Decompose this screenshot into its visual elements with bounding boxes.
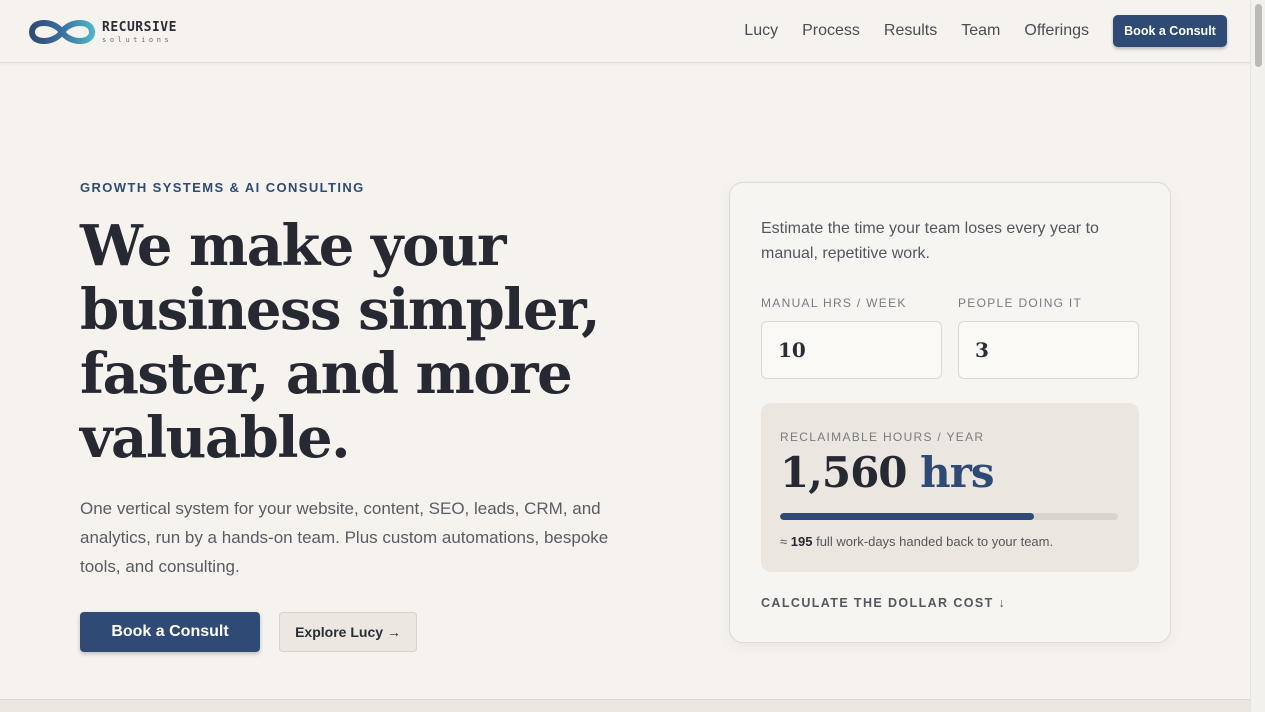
- page-scrollbar[interactable]: [1250, 0, 1265, 712]
- result-label: RECLAIMABLE HOURS / YEAR: [780, 430, 985, 444]
- nav-item-process[interactable]: Process: [802, 22, 860, 40]
- result-number: 1,560: [780, 448, 908, 497]
- nav-item-offerings[interactable]: Offerings: [1024, 22, 1089, 40]
- time-calculator-card: Estimate the time your team loses every …: [729, 182, 1171, 643]
- result-panel: RECLAIMABLE HOURS / YEAR 1,560 hrs ≈ 195…: [761, 403, 1139, 572]
- workdays-count: 195: [790, 534, 813, 549]
- people-label: PEOPLE DOING IT: [958, 296, 1083, 310]
- book-consult-button[interactable]: Book a Consult: [80, 612, 260, 652]
- next-section-edge: [0, 699, 1250, 712]
- main-nav: Lucy Process Results Team Offerings: [720, 22, 1089, 40]
- calculate-dollar-cost-link[interactable]: CALCULATE THE DOLLAR COST ↓: [761, 596, 1006, 610]
- site-header: RECURSIVE solutions Lucy Process Results…: [0, 0, 1250, 63]
- infinity-logo-icon: [28, 20, 96, 44]
- hero-eyebrow: GROWTH SYSTEMS & AI CONSULTING: [80, 180, 365, 195]
- progress-bar-fill: [780, 513, 1034, 520]
- workdays-note: ≈ 195 full work-days handed back to your…: [780, 534, 1053, 549]
- people-input[interactable]: 3: [958, 321, 1139, 379]
- progress-bar: [780, 513, 1118, 520]
- calculator-intro: Estimate the time your team loses every …: [761, 220, 1099, 262]
- nav-item-team[interactable]: Team: [961, 22, 1000, 40]
- manual-hours-label: MANUAL HRS / WEEK: [761, 296, 907, 310]
- approx-symbol: ≈: [780, 534, 788, 549]
- reclaimable-hours-value: 1,560 hrs: [780, 448, 994, 497]
- hero-subtext: One vertical system for your website, co…: [80, 499, 609, 576]
- nav-item-results[interactable]: Results: [884, 22, 937, 40]
- brand-tagline: solutions: [102, 35, 173, 44]
- explore-lucy-button[interactable]: Explore Lucy →: [279, 612, 417, 652]
- scrollbar-thumb[interactable]: [1255, 4, 1262, 67]
- manual-hours-input[interactable]: 10: [761, 321, 942, 379]
- workdays-text: full work-days handed back to your team.: [816, 534, 1054, 549]
- hero-headline: We make your business simpler, faster, a…: [80, 213, 601, 471]
- header-book-consult-button[interactable]: Book a Consult: [1113, 15, 1227, 47]
- brand-name: RECURSIVE: [102, 19, 177, 35]
- result-unit: hrs: [920, 448, 994, 497]
- nav-item-lucy[interactable]: Lucy: [744, 22, 778, 40]
- brand-logo[interactable]: RECURSIVE solutions: [26, 16, 177, 48]
